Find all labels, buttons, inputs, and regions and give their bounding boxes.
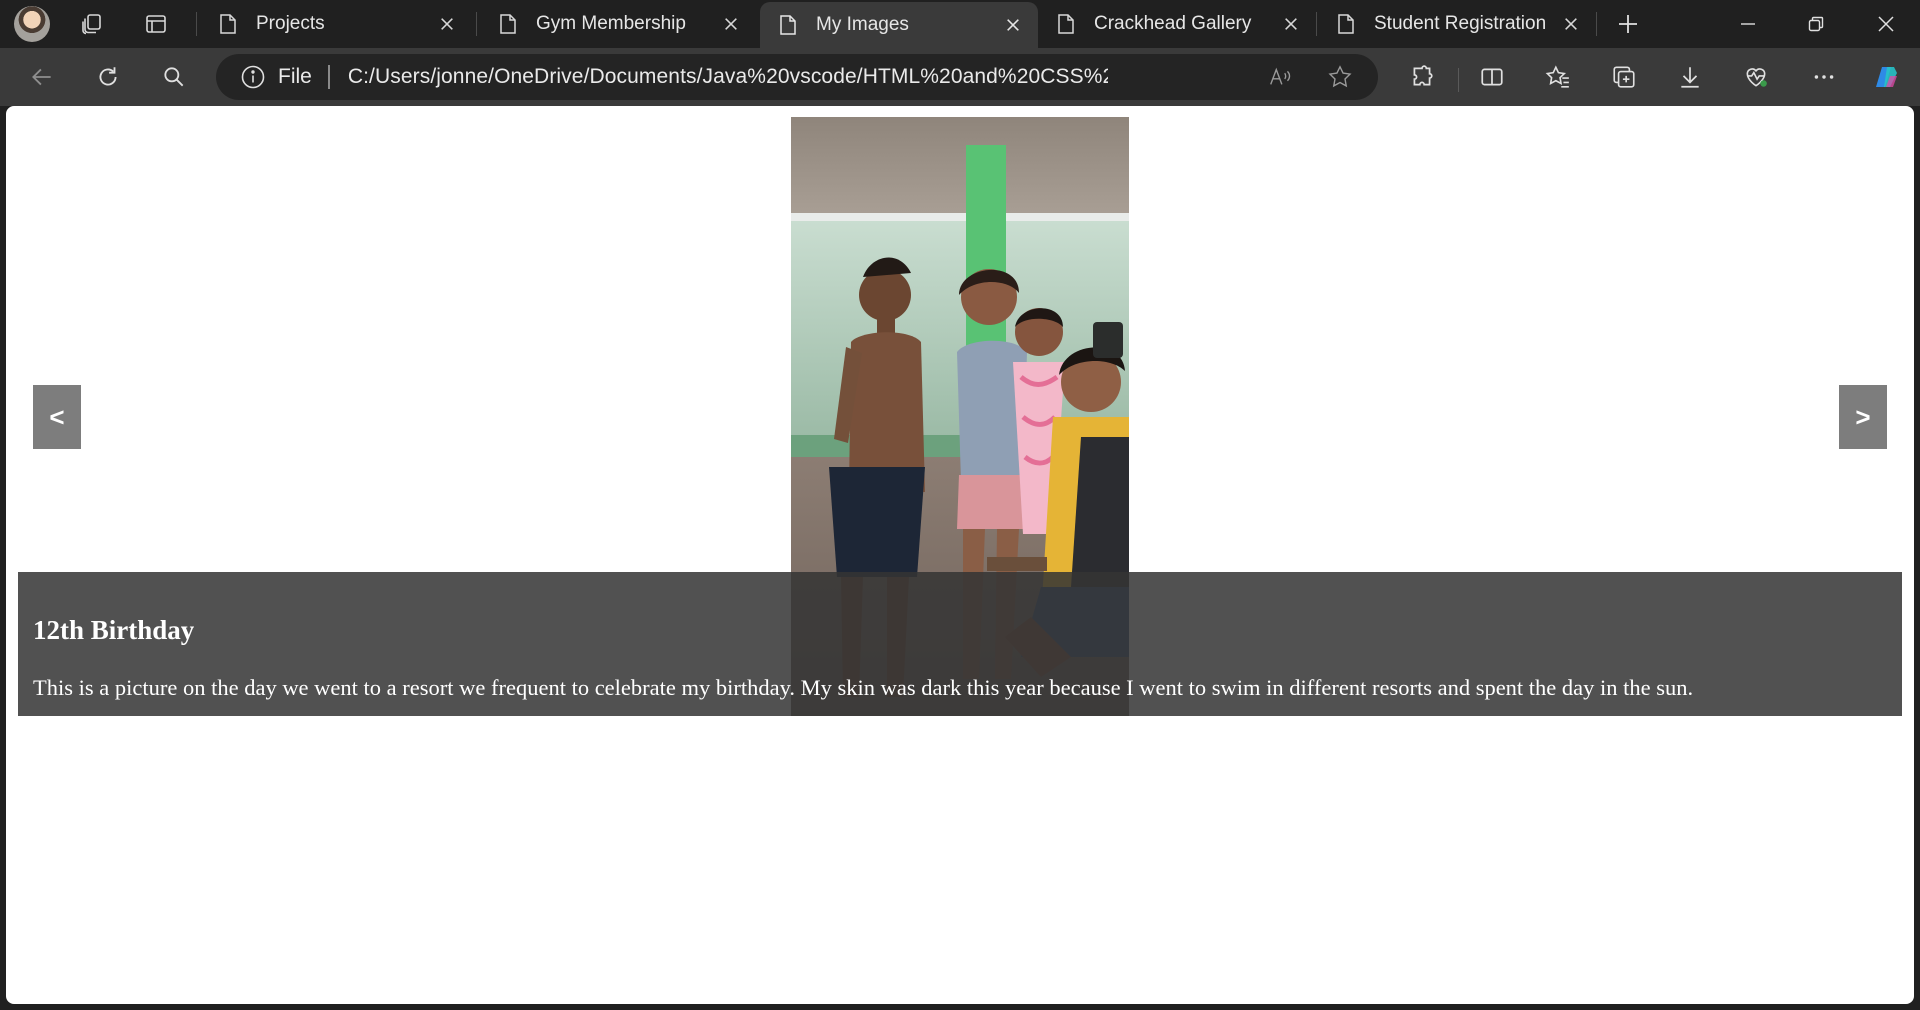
download-icon[interactable] [1672, 59, 1708, 95]
tab-title: Crackhead Gallery [1094, 13, 1252, 34]
read-aloud-icon[interactable] [1266, 63, 1294, 91]
document-icon [220, 14, 236, 34]
document-icon [780, 15, 796, 35]
close-icon[interactable] [722, 15, 740, 33]
prev-slide-button[interactable]: < [33, 385, 81, 449]
tab-my-images[interactable]: My Images [760, 2, 1038, 48]
more-icon[interactable] [1806, 59, 1842, 95]
tab-title: Projects [256, 13, 325, 34]
minimize-icon[interactable] [1720, 0, 1776, 48]
tab-projects[interactable]: Projects [200, 0, 472, 48]
split-screen-icon[interactable] [1474, 59, 1510, 95]
restore-icon[interactable] [1788, 0, 1844, 48]
workspaces-icon[interactable] [76, 8, 108, 40]
tab-crackhead-gallery[interactable]: Crackhead Gallery [1038, 0, 1316, 48]
close-icon[interactable] [438, 15, 456, 33]
tab-title: My Images [816, 14, 909, 35]
slide-caption: 12th Birthday This is a picture on the d… [18, 572, 1902, 716]
next-slide-button[interactable]: > [1839, 385, 1887, 449]
caption-text: This is a picture on the day we went to … [33, 675, 1694, 700]
vertical-tabs-icon[interactable] [140, 8, 172, 40]
close-icon[interactable] [1004, 16, 1022, 34]
extensions-icon[interactable] [1404, 59, 1440, 95]
reload-icon[interactable] [90, 59, 126, 95]
address-url[interactable]: C:/Users/jonne/OneDrive/Documents/Java%2… [348, 65, 1108, 89]
tab-title: Student Registration [1374, 13, 1547, 34]
address-divider [327, 65, 330, 89]
document-icon [1338, 14, 1354, 34]
tab-title: Gym Membership [536, 13, 686, 34]
favorites-icon[interactable] [1540, 59, 1576, 95]
copilot-icon[interactable] [1868, 59, 1904, 95]
info-icon[interactable] [240, 64, 266, 90]
search-icon[interactable] [156, 59, 192, 95]
address-bar[interactable]: File C:/Users/jonne/OneDrive/Documents/J… [216, 54, 1378, 100]
profile-avatar[interactable] [14, 6, 50, 42]
back-arrow-icon[interactable] [24, 59, 60, 95]
tab-strip: Projects Gym Membership My Images Crackh… [0, 0, 1920, 48]
address-scheme: File [278, 65, 312, 88]
caption-title: 12th Birthday [33, 615, 195, 645]
tab-gym-membership[interactable]: Gym Membership [480, 0, 756, 48]
page-viewport: < > 12th Birthday This is a picture on t… [6, 106, 1914, 1004]
toolbar-separator [1458, 68, 1459, 92]
tab-separator [196, 12, 197, 36]
tab-separator [1596, 12, 1597, 36]
window-close-icon[interactable] [1858, 0, 1914, 48]
close-icon[interactable] [1282, 15, 1300, 33]
close-icon[interactable] [1562, 15, 1580, 33]
star-icon[interactable] [1326, 63, 1354, 91]
tab-separator [1316, 12, 1317, 36]
document-icon [1058, 14, 1074, 34]
tab-separator [476, 12, 477, 36]
browser-essentials-icon[interactable] [1738, 59, 1774, 95]
browser-toolbar: File C:/Users/jonne/OneDrive/Documents/J… [0, 48, 1920, 106]
document-icon [500, 14, 516, 34]
new-tab-icon[interactable] [1612, 8, 1644, 40]
tab-student-registration[interactable]: Student Registration [1318, 0, 1596, 48]
collections-icon[interactable] [1606, 59, 1642, 95]
